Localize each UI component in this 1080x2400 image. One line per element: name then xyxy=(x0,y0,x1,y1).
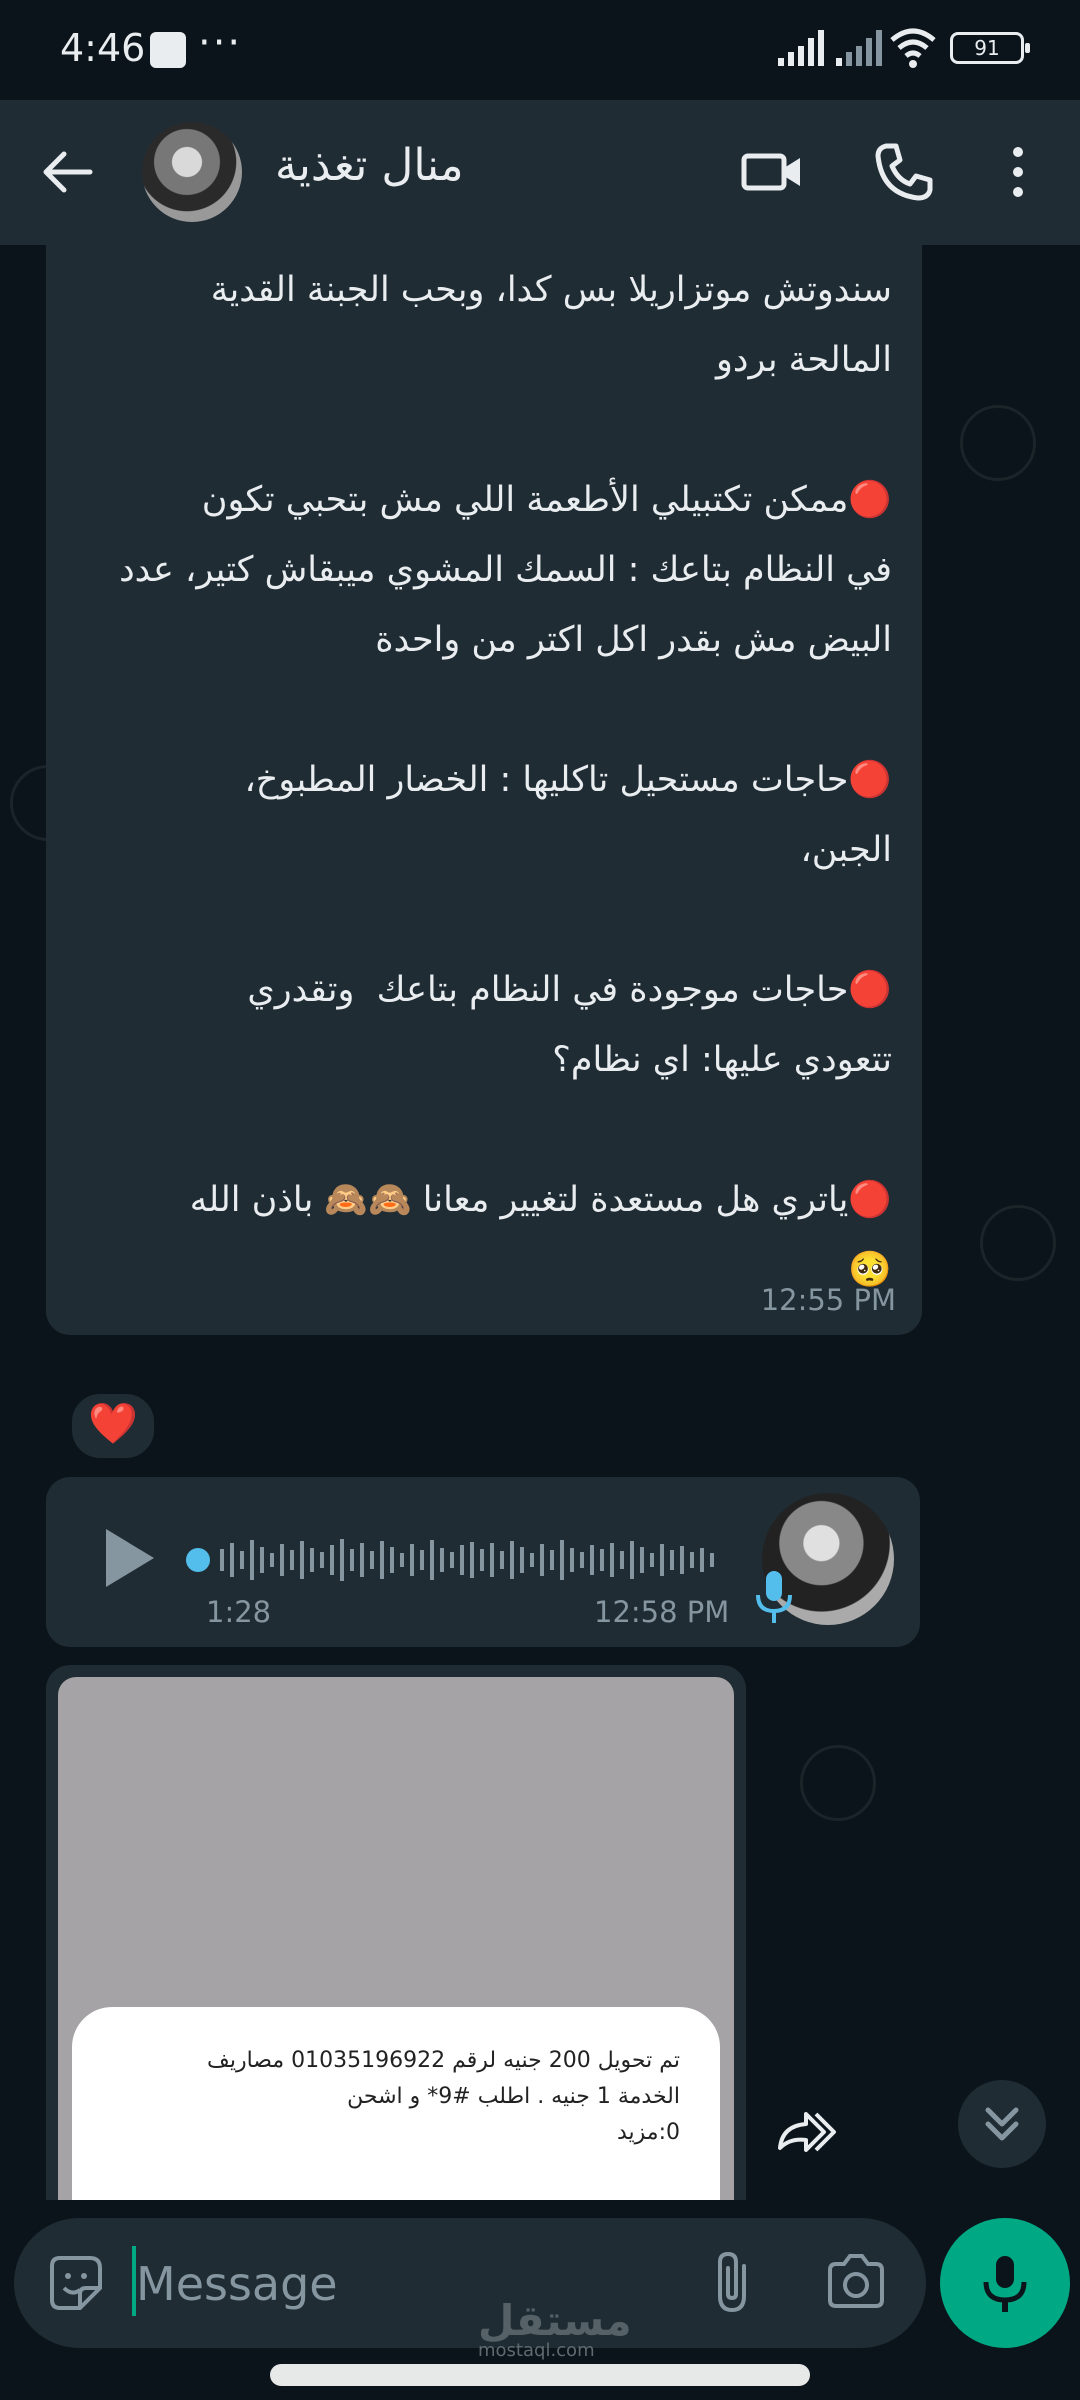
image-preview[interactable]: تم تحويل 200 جنيه لرقم 01035196922 مصاري… xyxy=(58,1677,734,2200)
battery-icon: 91 xyxy=(950,32,1030,64)
voice-record-button[interactable] xyxy=(940,2218,1070,2348)
incoming-text-message[interactable]: جبن غير موتزاريلا ودي مش اخضر والغدا وال… xyxy=(46,245,922,1335)
more-options-icon[interactable] xyxy=(986,140,1050,204)
heart-reaction[interactable]: ❤️ xyxy=(68,1390,158,1462)
status-bar: 4:46 ··· 91 xyxy=(0,0,1080,100)
status-time: 4:46 xyxy=(60,26,146,70)
screenshot-card: تم تحويل 200 جنيه لرقم 01035196922 مصاري… xyxy=(72,2007,720,2200)
sticker-icon[interactable] xyxy=(44,2252,106,2314)
message-time: 12:55 PM xyxy=(760,1283,896,1317)
contact-avatar[interactable] xyxy=(142,122,242,222)
mic-icon xyxy=(983,2256,1027,2312)
mic-icon xyxy=(756,1571,792,1623)
voice-message[interactable]: 1:28 12:58 PM xyxy=(46,1477,920,1647)
background-doodle xyxy=(800,1745,876,1821)
back-arrow-icon[interactable] xyxy=(36,140,100,204)
contact-name[interactable]: منال تغذية xyxy=(275,140,464,191)
message-text: جبن غير موتزاريلا ودي مش اخضر والغدا وال… xyxy=(119,270,892,1290)
attach-icon[interactable] xyxy=(704,2248,764,2318)
scroll-down-button[interactable] xyxy=(958,2080,1046,2168)
composer-bar: مستقل mostaql.com xyxy=(0,2200,1080,2400)
home-indicator[interactable] xyxy=(270,2364,810,2386)
video-call-icon[interactable] xyxy=(740,140,804,204)
more-notifications-icon: ··· xyxy=(198,20,243,66)
background-doodle xyxy=(960,405,1036,481)
voice-duration: 1:28 xyxy=(206,1595,272,1629)
camera-icon[interactable] xyxy=(824,2250,888,2314)
chevron-double-down-icon xyxy=(985,2107,1019,2141)
background-doodle xyxy=(980,1205,1056,1281)
wifi-icon xyxy=(890,28,936,68)
image-message[interactable]: تم تحويل 200 جنيه لرقم 01035196922 مصاري… xyxy=(46,1665,746,2200)
notification-icon xyxy=(150,32,186,68)
phone-icon[interactable] xyxy=(872,140,936,204)
signal-icon xyxy=(778,30,824,66)
play-icon[interactable] xyxy=(100,1523,160,1593)
waveform[interactable] xyxy=(186,1535,776,1585)
card-text: تم تحويل 200 جنيه لرقم 01035196922 مصاري… xyxy=(207,2048,680,2145)
watermark: مستقل xyxy=(478,2296,632,2345)
chat-area[interactable]: جبن غير موتزاريلا ودي مش اخضر والغدا وال… xyxy=(0,245,1080,2200)
voice-time: 12:58 PM xyxy=(594,1595,730,1629)
watermark-sub: mostaql.com xyxy=(478,2340,595,2361)
message-input-container[interactable] xyxy=(14,2218,926,2348)
forward-icon[interactable] xyxy=(770,2090,854,2174)
signal-2-icon xyxy=(836,30,882,66)
chat-header: منال تغذية xyxy=(0,100,1080,245)
